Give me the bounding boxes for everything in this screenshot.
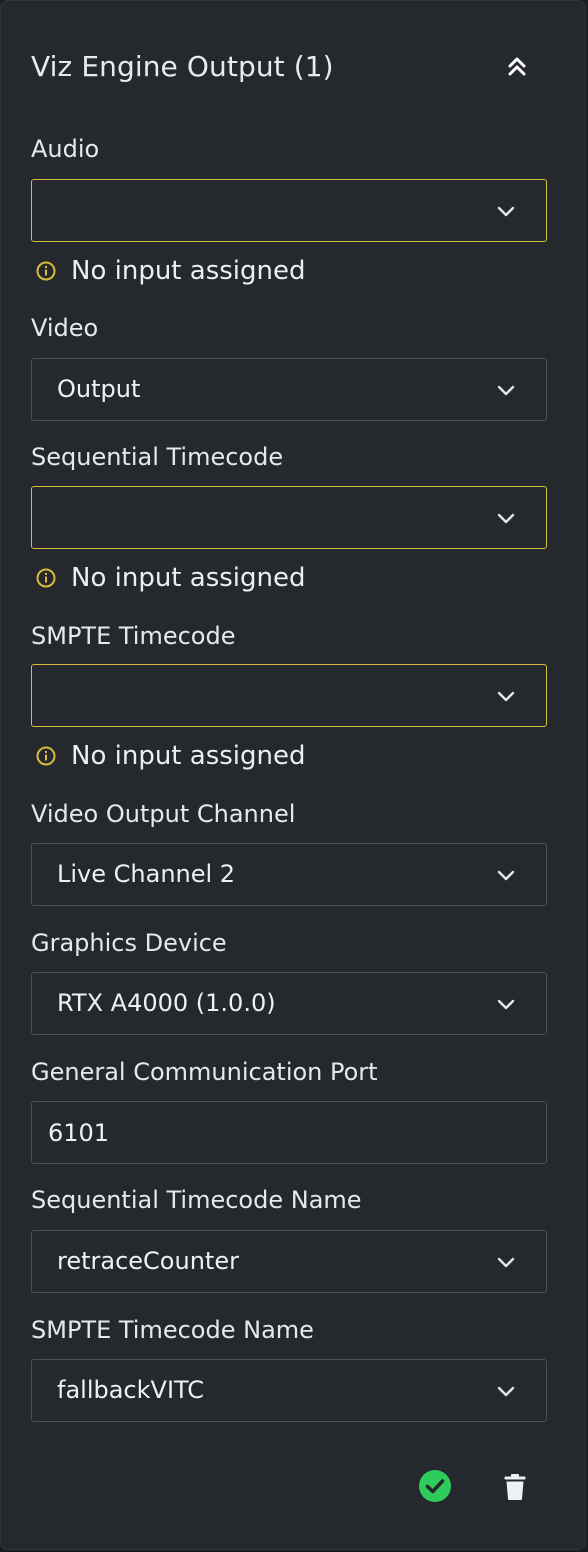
- graphics-device-label: Graphics Device: [31, 929, 227, 957]
- audio-label: Audio: [31, 135, 100, 163]
- chevron-down-icon: [497, 870, 515, 881]
- sequential-timecode-hint-text: No input assigned: [71, 563, 306, 593]
- smpte-timecode-select[interactable]: [31, 664, 547, 727]
- chevron-down-icon: [497, 206, 515, 217]
- audio-hint-text: No input assigned: [71, 256, 306, 286]
- sequential-timecode-name-select-value: retraceCounter: [57, 1247, 239, 1275]
- smpte-timecode-name-label: SMPTE Timecode Name: [31, 1316, 314, 1344]
- panel-header: Viz Engine Output (1): [31, 47, 551, 87]
- general-communication-port-input[interactable]: [31, 1101, 547, 1164]
- chevron-down-icon: [497, 999, 515, 1010]
- smpte-timecode-name-select[interactable]: fallbackVITC: [31, 1359, 547, 1422]
- smpte-timecode-name-select-value: fallbackVITC: [57, 1376, 205, 1404]
- viz-engine-output-panel: Viz Engine Output (1) Audio No input ass…: [0, 0, 586, 1550]
- sequential-timecode-select[interactable]: [31, 486, 547, 549]
- chevron-down-icon: [497, 1257, 515, 1268]
- info-icon: [36, 568, 56, 588]
- video-output-channel-select-value: Live Channel 2: [57, 860, 236, 888]
- video-select-value: Output: [57, 375, 141, 403]
- info-icon: [36, 261, 56, 281]
- video-output-channel-label: Video Output Channel: [31, 800, 296, 828]
- sequential-timecode-label: Sequential Timecode: [31, 443, 284, 471]
- confirm-button[interactable]: [418, 1469, 452, 1503]
- general-communication-port-label: General Communication Port: [31, 1058, 378, 1086]
- delete-button[interactable]: [503, 1473, 527, 1501]
- video-output-channel-select[interactable]: Live Channel 2: [31, 843, 547, 906]
- sequential-timecode-name-label: Sequential Timecode Name: [31, 1186, 362, 1214]
- chevron-down-icon: [497, 385, 515, 396]
- sequential-timecode-name-select[interactable]: retraceCounter: [31, 1230, 547, 1293]
- collapse-panel-button[interactable]: [503, 53, 531, 81]
- chevron-down-icon: [497, 1386, 515, 1397]
- video-label: Video: [31, 314, 99, 342]
- video-select[interactable]: Output: [31, 358, 547, 421]
- smpte-timecode-hint-text: No input assigned: [71, 741, 306, 771]
- graphics-device-select-value: RTX A4000 (1.0.0): [57, 989, 276, 1017]
- trash-icon: [504, 1474, 526, 1500]
- check-circle-icon: [419, 1470, 451, 1502]
- chevron-down-icon: [497, 513, 515, 524]
- graphics-device-select[interactable]: RTX A4000 (1.0.0): [31, 972, 547, 1035]
- smpte-timecode-label: SMPTE Timecode: [31, 622, 236, 650]
- chevron-down-icon: [497, 691, 515, 702]
- audio-select[interactable]: [31, 179, 547, 242]
- info-icon: [36, 746, 56, 766]
- panel-title: Viz Engine Output (1): [31, 50, 334, 83]
- double-chevron-up-icon: [508, 57, 526, 76]
